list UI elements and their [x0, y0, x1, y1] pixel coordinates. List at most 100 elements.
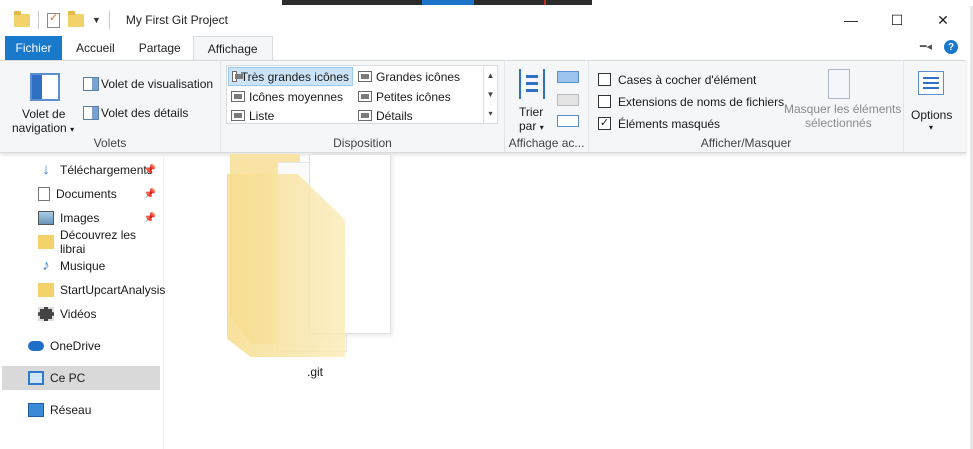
hidden-items-checkbox[interactable]: ✓: [598, 117, 611, 130]
nav-item-label: OneDrive: [50, 339, 101, 353]
group-by-icon[interactable]: [557, 71, 579, 83]
document-icon: [38, 187, 50, 201]
list-icon: [231, 110, 245, 121]
group-affichage-actuel: Trier par ▾ Affichage ac...: [505, 61, 589, 153]
git-folder-name[interactable]: .git: [285, 365, 345, 379]
nav-item-ce-pc[interactable]: Ce PC: [2, 366, 160, 390]
gallery-more-icon[interactable]: ▾: [488, 109, 492, 118]
group-label-disposition: Disposition: [333, 136, 392, 150]
nav-item-videos[interactable]: Vidéos: [2, 302, 160, 326]
maximize-button[interactable]: ☐: [874, 5, 920, 35]
explorer-window: ▼ My First Git Project — ☐ ✕ Fichier Acc…: [0, 5, 966, 449]
music-icon: ♪: [42, 257, 50, 274]
options-label: Options: [911, 108, 953, 122]
file-extensions-option[interactable]: Extensions de noms de fichiers: [598, 95, 788, 111]
ribbon: Volet de navigation ▾ Volet de visualisa…: [0, 60, 966, 153]
layout-details[interactable]: Détails: [355, 106, 481, 125]
add-columns-icon[interactable]: [557, 94, 579, 106]
nav-item-decouvrez[interactable]: Découvrez les librai: [2, 228, 160, 256]
item-checkboxes-label: Cases à cocher d'élément: [618, 73, 757, 87]
nav-item-musique[interactable]: ♪ Musique: [2, 254, 160, 278]
details-pane-button[interactable]: Volet des détails: [81, 104, 216, 122]
preview-pane-button[interactable]: Volet de visualisation: [81, 75, 216, 93]
group-label-afficher-masquer: Afficher/Masquer: [700, 136, 792, 150]
hide-selected-label-2: sélectionnés: [805, 116, 872, 130]
git-folder-item[interactable]: [227, 154, 397, 359]
layout-list[interactable]: Liste: [228, 106, 353, 125]
navigation-pane-label-1: Volet de: [22, 107, 66, 121]
layout-large-icons[interactable]: Grandes icônes: [355, 67, 481, 86]
nav-item-telechargements[interactable]: ↓ Téléchargements 📌: [2, 158, 160, 182]
customize-toolbar-chevron-icon[interactable]: ▼: [92, 15, 101, 25]
options-icon: [918, 71, 944, 95]
tab-partage[interactable]: Partage: [127, 36, 193, 60]
minimize-button[interactable]: —: [828, 5, 874, 35]
layout-extra-large-icons[interactable]: Très grandes icônes: [228, 67, 353, 86]
toolbar-separator: [38, 11, 39, 29]
tab-affichage[interactable]: Affichage: [192, 36, 273, 60]
nav-item-label: Téléchargements: [60, 163, 153, 177]
nav-item-label: Ce PC: [50, 371, 86, 385]
navigation-pane-icon: [30, 73, 60, 101]
pin-icon[interactable]: 📌: [144, 189, 156, 200]
new-folder-icon[interactable]: [68, 10, 84, 27]
nav-item-images[interactable]: Images 📌: [2, 206, 160, 230]
layout-medium-icons[interactable]: Icônes moyennes: [228, 87, 353, 106]
close-button[interactable]: ✕: [920, 5, 966, 35]
file-list: .git: [165, 154, 966, 449]
video-icon: [38, 307, 54, 321]
options-chevron-icon: ▾: [929, 123, 934, 132]
ribbon-tabs: Fichier Accueil Partage Affichage ━◂ ?: [0, 36, 966, 60]
image-icon: [38, 211, 54, 225]
size-columns-icon[interactable]: [557, 115, 579, 127]
nav-item-documents[interactable]: Documents 📌: [2, 182, 160, 206]
tab-fichier[interactable]: Fichier: [5, 36, 62, 60]
pin-icon[interactable]: 📌: [144, 213, 156, 224]
nav-item-onedrive[interactable]: OneDrive: [2, 334, 160, 358]
group-label-affichage: Affichage ac...: [508, 136, 585, 150]
folder-icon: [38, 235, 54, 249]
extra-large-icons-icon: [232, 71, 243, 82]
toolbar-separator: [108, 11, 110, 29]
hide-selected-button[interactable]: Masquer les éléments sélectionnés: [781, 67, 902, 131]
quick-access-toolbar: ▼: [14, 10, 118, 29]
nav-item-reseau[interactable]: Réseau: [2, 398, 160, 422]
hide-selected-icon: [828, 69, 850, 99]
medium-icons-icon: [231, 91, 245, 102]
network-icon: [28, 403, 44, 417]
file-extensions-checkbox[interactable]: [598, 95, 611, 108]
group-disposition: Très grandes icônes Grandes icônes Icône…: [221, 61, 505, 153]
hidden-items-option[interactable]: ✓ Éléments masqués: [598, 117, 788, 133]
group-afficher-masquer: Cases à cocher d'élément Extensions de n…: [589, 61, 904, 153]
navigation-pane-button[interactable]: Volet de navigation ▾: [8, 69, 78, 135]
nav-item-label: Documents: [56, 187, 117, 201]
help-icon[interactable]: ?: [944, 40, 958, 54]
sort-by-button[interactable]: Trier par ▾: [513, 67, 553, 133]
item-checkboxes-option[interactable]: Cases à cocher d'élément: [598, 73, 788, 89]
small-icons-icon: [358, 91, 372, 102]
window-title: My First Git Project: [125, 13, 228, 27]
ribbon-right-controls: ━◂ ?: [920, 40, 958, 54]
navigation-pane-label-2: navigation ▾: [12, 121, 75, 135]
item-checkboxes-checkbox[interactable]: [598, 73, 611, 86]
tab-accueil[interactable]: Accueil: [62, 36, 127, 60]
hidden-items-label: Éléments masqués: [618, 117, 721, 131]
scroll-down-icon[interactable]: ▼: [487, 90, 495, 99]
layout-label: Grandes icônes: [376, 69, 461, 84]
computer-icon: [28, 371, 44, 385]
hide-selected-label-1: Masquer les éléments: [784, 102, 902, 116]
nav-item-label: Images: [60, 211, 100, 225]
pin-icon[interactable]: 📌: [144, 165, 156, 176]
preview-pane-label: Volet de visualisation: [101, 77, 214, 91]
nav-item-startupcart[interactable]: StartUpcartAnalysis: [2, 278, 165, 302]
properties-icon[interactable]: [47, 11, 60, 28]
sort-icon: [519, 69, 545, 99]
layout-small-icons[interactable]: Petites icônes: [355, 87, 481, 106]
pin-ribbon-icon[interactable]: ━◂: [920, 40, 932, 54]
scroll-up-icon[interactable]: ▲: [487, 71, 495, 80]
options-button[interactable]: Options ▾: [905, 61, 959, 141]
layout-label: Détails: [376, 108, 413, 123]
layout-label: Icônes moyennes: [249, 89, 344, 104]
details-pane-icon: [83, 106, 99, 120]
nav-item-label: StartUpcartAnalysis: [60, 283, 166, 297]
